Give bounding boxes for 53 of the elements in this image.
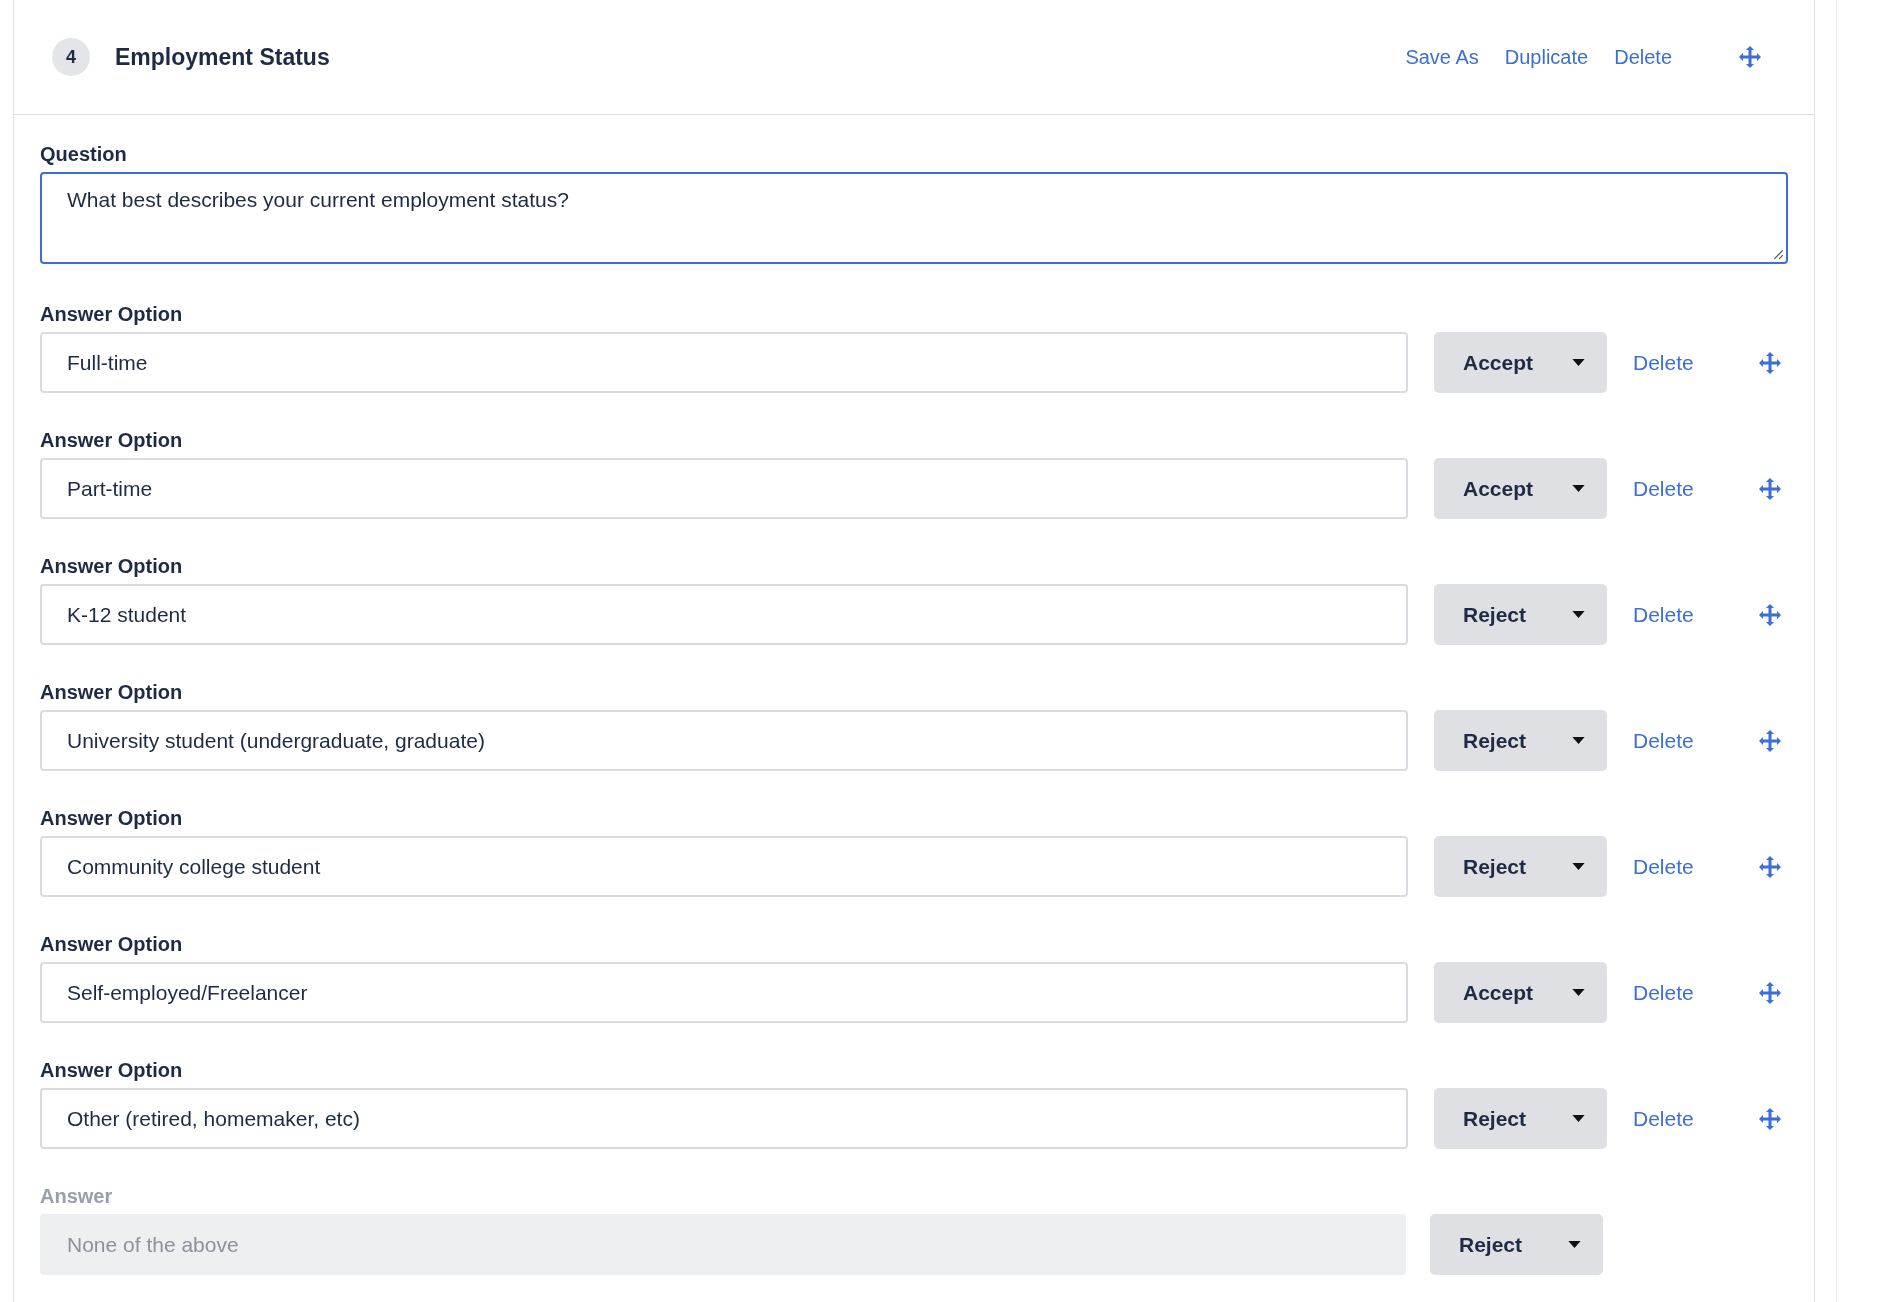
caret-icon bbox=[1572, 359, 1585, 366]
caret-icon bbox=[1572, 989, 1585, 996]
delete-link[interactable]: Delete bbox=[1633, 1106, 1732, 1131]
move-icon[interactable] bbox=[1738, 45, 1762, 69]
answer-input[interactable]: Other (retired, homemaker, etc) bbox=[40, 1088, 1408, 1149]
field-label: Question bbox=[40, 142, 128, 166]
header-action-link[interactable]: Delete bbox=[1614, 45, 1672, 69]
move-icon[interactable] bbox=[1758, 854, 1782, 879]
decision-dropdown[interactable]: Accept bbox=[1434, 458, 1607, 519]
decision-dropdown[interactable]: Reject bbox=[1434, 1088, 1607, 1149]
field-label: Answer Option bbox=[40, 806, 184, 830]
field-label: Answer Option bbox=[40, 680, 184, 704]
answer-input[interactable]: Part-time bbox=[40, 458, 1408, 519]
answer-input[interactable]: Full-time bbox=[40, 332, 1408, 393]
caret-icon bbox=[1572, 611, 1585, 618]
decision-dropdown[interactable]: Reject bbox=[1434, 710, 1607, 771]
delete-link[interactable]: Delete bbox=[1633, 602, 1732, 627]
question-number: 4 bbox=[52, 38, 90, 76]
field-label: Answer Option bbox=[40, 554, 184, 578]
delete-link[interactable]: Delete bbox=[1633, 980, 1732, 1005]
answer-input[interactable]: K-12 student bbox=[40, 584, 1408, 645]
field-label: Answer Option bbox=[40, 932, 184, 956]
field-label: Answer Option bbox=[40, 1058, 184, 1082]
caret-icon bbox=[1568, 1241, 1581, 1248]
field-label: Answer bbox=[40, 1184, 114, 1208]
move-icon[interactable] bbox=[1758, 350, 1782, 375]
delete-link[interactable]: Delete bbox=[1633, 854, 1732, 879]
field-label: Answer Option bbox=[40, 302, 184, 326]
answer-input[interactable]: University student (undergraduate, graduate) bbox=[40, 710, 1408, 771]
move-icon[interactable] bbox=[1758, 1106, 1782, 1131]
question-title: Employment Status bbox=[115, 43, 330, 71]
question-input[interactable]: What best describes your current employment status? bbox=[40, 172, 1788, 264]
delete-link[interactable]: Delete bbox=[1633, 728, 1732, 753]
header-action-link[interactable]: Duplicate bbox=[1504, 45, 1589, 69]
delete-link[interactable]: Delete bbox=[1633, 476, 1732, 501]
field-label: Answer Option bbox=[40, 428, 184, 452]
decision-dropdown[interactable]: Accept bbox=[1434, 962, 1607, 1023]
move-icon[interactable] bbox=[1758, 980, 1782, 1005]
caret-icon bbox=[1572, 485, 1585, 492]
caret-icon bbox=[1572, 1115, 1585, 1122]
answer-input[interactable]: Community college student bbox=[40, 836, 1408, 897]
decision-dropdown[interactable]: Reject bbox=[1434, 584, 1607, 645]
delete-link[interactable]: Delete bbox=[1633, 350, 1732, 375]
caret-icon bbox=[1572, 863, 1585, 870]
decision-dropdown[interactable]: Reject bbox=[1434, 836, 1607, 897]
header-action-link[interactable]: Save As bbox=[1405, 45, 1479, 69]
move-icon[interactable] bbox=[1758, 476, 1782, 501]
decision-dropdown[interactable]: Accept bbox=[1434, 332, 1607, 393]
resize-handle-icon[interactable] bbox=[1772, 248, 1784, 260]
move-icon[interactable] bbox=[1758, 728, 1782, 753]
answer-input[interactable]: Self-employed/Freelancer bbox=[40, 962, 1408, 1023]
move-icon[interactable] bbox=[1758, 602, 1782, 627]
caret-icon bbox=[1572, 737, 1585, 744]
